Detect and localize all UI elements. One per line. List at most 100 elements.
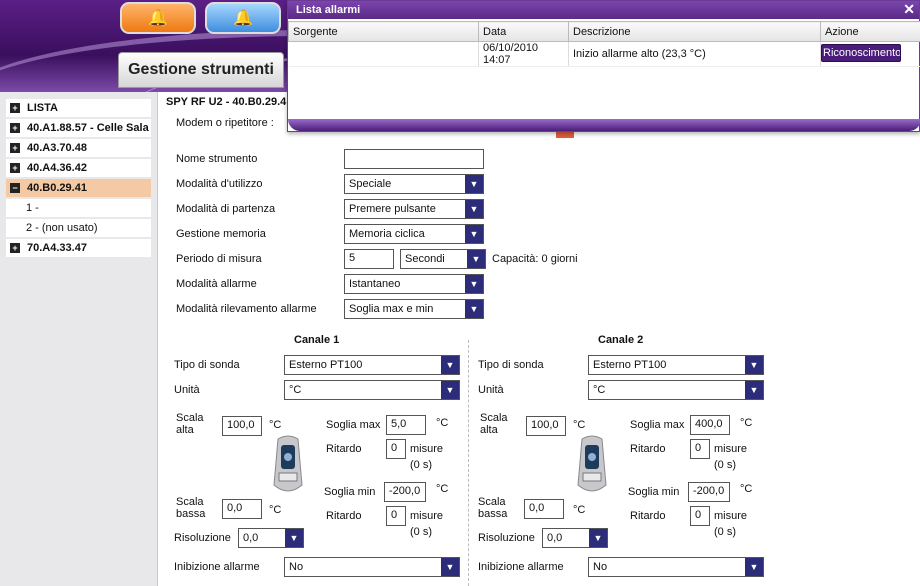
ch2-soglia-min-input[interactable]: -200,0	[688, 482, 730, 502]
alarm-table: Sorgente Data Descrizione Azione 06/10/2…	[288, 21, 920, 67]
ch1-tipo-sonda-select[interactable]: Esterno PT100 ▼	[284, 355, 460, 375]
ch1-scala-bassa-input[interactable]: 0,0	[222, 499, 262, 519]
column-header[interactable]: Descrizione	[568, 21, 821, 42]
column-header[interactable]: Azione	[820, 21, 920, 42]
acknowledge-button[interactable]: Riconoscimento	[821, 43, 901, 62]
sidebar-item-device[interactable]: +40.A3.70.48	[6, 139, 151, 157]
alarm-orange-button[interactable]: 🔔	[120, 2, 196, 34]
chevron-down-icon[interactable]: ▼	[441, 558, 459, 576]
sidebar-item-lista[interactable]: + LISTA	[6, 99, 151, 117]
inibizione-label: Inibizione allarme	[174, 561, 260, 573]
ch1-soglia-min-input[interactable]: -200,0	[384, 482, 426, 502]
close-icon[interactable]: ✕	[903, 1, 915, 18]
chevron-down-icon[interactable]: ▼	[285, 529, 303, 547]
soglia-min-label: Soglia min	[628, 486, 680, 498]
alarm-blue-button[interactable]: 🔔	[205, 2, 281, 34]
expand-icon[interactable]: +	[10, 143, 20, 153]
chevron-down-icon[interactable]: ▼	[465, 200, 483, 218]
chevron-down-icon[interactable]: ▼	[441, 356, 459, 374]
periodo-unit-select[interactable]: Secondi ▼	[400, 249, 486, 269]
expand-icon[interactable]: +	[10, 163, 20, 173]
periodo-label: Periodo di misura	[176, 253, 262, 265]
column-header[interactable]: Sorgente	[288, 21, 479, 42]
ch2-ritardo-min-input[interactable]: 0	[690, 506, 710, 526]
rilevamento-select[interactable]: Soglia max e min ▼	[344, 299, 484, 319]
column-header[interactable]: Data	[478, 21, 569, 42]
partenza-label: Modalità di partenza	[176, 203, 276, 215]
allarme-select[interactable]: Istantaneo ▼	[344, 274, 484, 294]
ritardo-label: Ritardo	[326, 443, 362, 455]
nome-strumento-input[interactable]	[344, 149, 484, 169]
chevron-down-icon[interactable]: ▼	[465, 275, 483, 293]
chevron-down-icon[interactable]: ▼	[465, 300, 483, 318]
expand-icon[interactable]: +	[10, 123, 20, 133]
sidebar-item-device[interactable]: +70.A4.33.47	[6, 239, 151, 257]
ch2-scala-bassa-input[interactable]: 0,0	[524, 499, 564, 519]
rilevamento-label: Modalità rilevamento allarme	[176, 303, 317, 315]
expand-icon[interactable]: +	[10, 103, 20, 113]
chevron-down-icon[interactable]: ▼	[745, 356, 763, 374]
ch1-ritardo-min-input[interactable]: 0	[386, 506, 406, 526]
sidebar-item-device-selected[interactable]: −40.B0.29.41	[6, 179, 151, 197]
chevron-down-icon[interactable]: ▼	[465, 225, 483, 243]
channel-1-title: Canale 1	[294, 334, 340, 346]
ch2-ritardo-max-input[interactable]: 0	[690, 439, 710, 459]
sidebar-item-device[interactable]: +40.A4.36.42	[6, 159, 151, 177]
secondi-label: (0 s)	[714, 526, 736, 538]
ch2-unita-select[interactable]: °C ▼	[588, 380, 764, 400]
ch1-inibizione-select[interactable]: No ▼	[284, 557, 460, 577]
select-value: 0,0	[243, 532, 259, 544]
inibizione-label: Inibizione allarme	[478, 561, 564, 573]
ch1-soglia-max-input[interactable]: 5,0	[386, 415, 426, 435]
bell-icon: 🔔	[233, 10, 253, 27]
select-value: Speciale	[349, 178, 392, 190]
alarm-list-dialog: Lista allarmi ✕ Sorgente Data Descrizion…	[287, 0, 920, 132]
ch1-scala-alta-input[interactable]: 100,0	[222, 416, 262, 436]
modem-label: Modem o ripetitore :	[176, 117, 274, 129]
unita-label: Unità	[478, 384, 504, 396]
bell-icon: 🔔	[148, 10, 168, 27]
risoluzione-label: Risoluzione	[174, 532, 231, 544]
sidebar-item-label: 40.A1.88.57 - Celle Sala	[27, 122, 149, 134]
ch2-risoluzione-select[interactable]: 0,0 ▼	[542, 528, 608, 548]
soglia-max-label: Soglia max	[326, 419, 381, 431]
sidebar-item-device[interactable]: +40.A1.88.57 - Celle Sala	[6, 119, 151, 137]
chevron-down-icon[interactable]: ▼	[745, 381, 763, 399]
ch2-soglia-max-input[interactable]: 400,0	[690, 415, 730, 435]
scala-alta-label: Scala alta	[480, 412, 508, 436]
collapse-icon[interactable]: −	[10, 183, 20, 193]
chevron-down-icon[interactable]: ▼	[467, 250, 485, 268]
misure-label: misure	[714, 443, 748, 455]
soglia-min-label: Soglia min	[324, 486, 376, 498]
ch1-unita-select[interactable]: °C ▼	[284, 380, 460, 400]
sidebar-subitem-channel[interactable]: 1 -	[6, 199, 151, 217]
memoria-select[interactable]: Memoria ciclica ▼	[344, 224, 484, 244]
utilizzo-select[interactable]: Speciale ▼	[344, 174, 484, 194]
chevron-down-icon[interactable]: ▼	[745, 558, 763, 576]
select-value: Istantaneo	[349, 278, 401, 290]
sidebar-item-label: LISTA	[27, 102, 58, 114]
periodo-input[interactable]: 5	[344, 249, 394, 269]
partenza-select[interactable]: Premere pulsante ▼	[344, 199, 484, 219]
chevron-down-icon[interactable]: ▼	[465, 175, 483, 193]
ch1-ritardo-max-input[interactable]: 0	[386, 439, 406, 459]
sensor-device-icon	[577, 435, 607, 492]
select-value: Esterno PT100	[593, 359, 667, 371]
chevron-down-icon[interactable]: ▼	[589, 529, 607, 547]
expand-icon[interactable]: +	[10, 243, 20, 253]
ch2-scala-alta-input[interactable]: 100,0	[526, 416, 566, 436]
sidebar-subitem-channel[interactable]: 2 - (non usato)	[6, 219, 151, 237]
table-row[interactable]: 06/10/2010 14:07 Inizio allarme alto (23…	[288, 41, 920, 67]
sidebar-item-label: 2 - (non usato)	[26, 222, 98, 234]
secondi-label: (0 s)	[714, 459, 736, 471]
unit-label: °C	[436, 417, 449, 429]
misure-label: misure	[410, 443, 444, 455]
chevron-down-icon[interactable]: ▼	[441, 381, 459, 399]
ch2-tipo-sonda-select[interactable]: Esterno PT100 ▼	[588, 355, 764, 375]
channel-2-title: Canale 2	[598, 334, 644, 346]
select-value: Secondi	[405, 253, 445, 265]
secondi-label: (0 s)	[410, 526, 432, 538]
ch2-inibizione-select[interactable]: No ▼	[588, 557, 764, 577]
unita-label: Unità	[174, 384, 200, 396]
ch1-risoluzione-select[interactable]: 0,0 ▼	[238, 528, 304, 548]
